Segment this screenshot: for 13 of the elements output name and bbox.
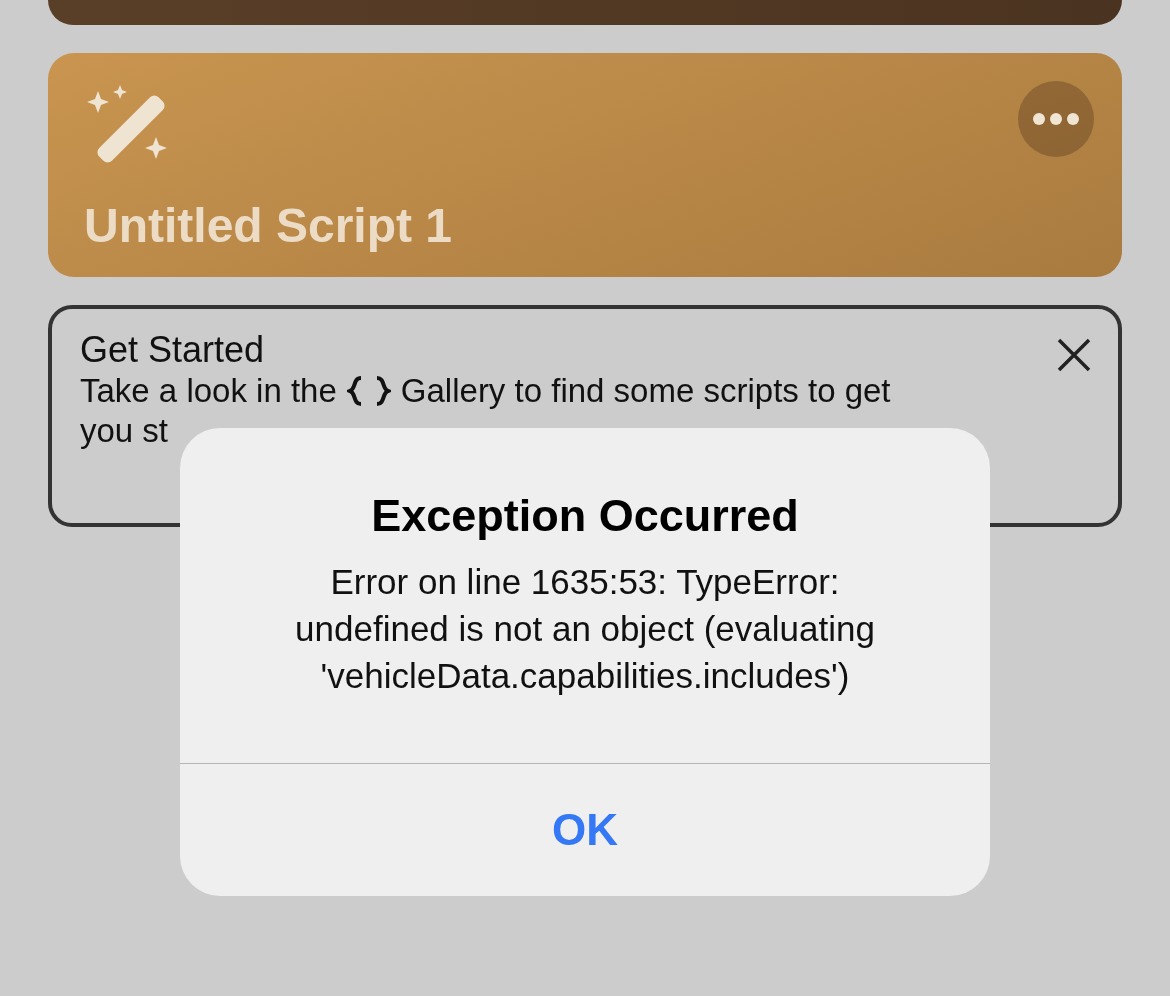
close-icon — [1056, 337, 1092, 373]
script-title: Untitled Script 1 — [84, 198, 454, 253]
card-text: you st — [80, 411, 169, 451]
card-text: Gallery to find some scripts to get — [400, 371, 891, 411]
close-button[interactable] — [1056, 337, 1092, 373]
ok-button[interactable]: OK — [180, 764, 990, 896]
card-text: Take a look in the — [80, 371, 337, 411]
script-card[interactable]: Untitled Script 1 — [48, 53, 1122, 277]
card-title: Get Started — [80, 329, 265, 371]
alert-message: Error on line 1635:53: TypeError: undefined is not an object (evaluating 'vehicleData.capabilities.includes') — [294, 561, 876, 697]
alert-title: Exception Occurred — [371, 490, 799, 542]
more-icon — [1033, 113, 1079, 125]
braces-icon — [346, 376, 391, 406]
